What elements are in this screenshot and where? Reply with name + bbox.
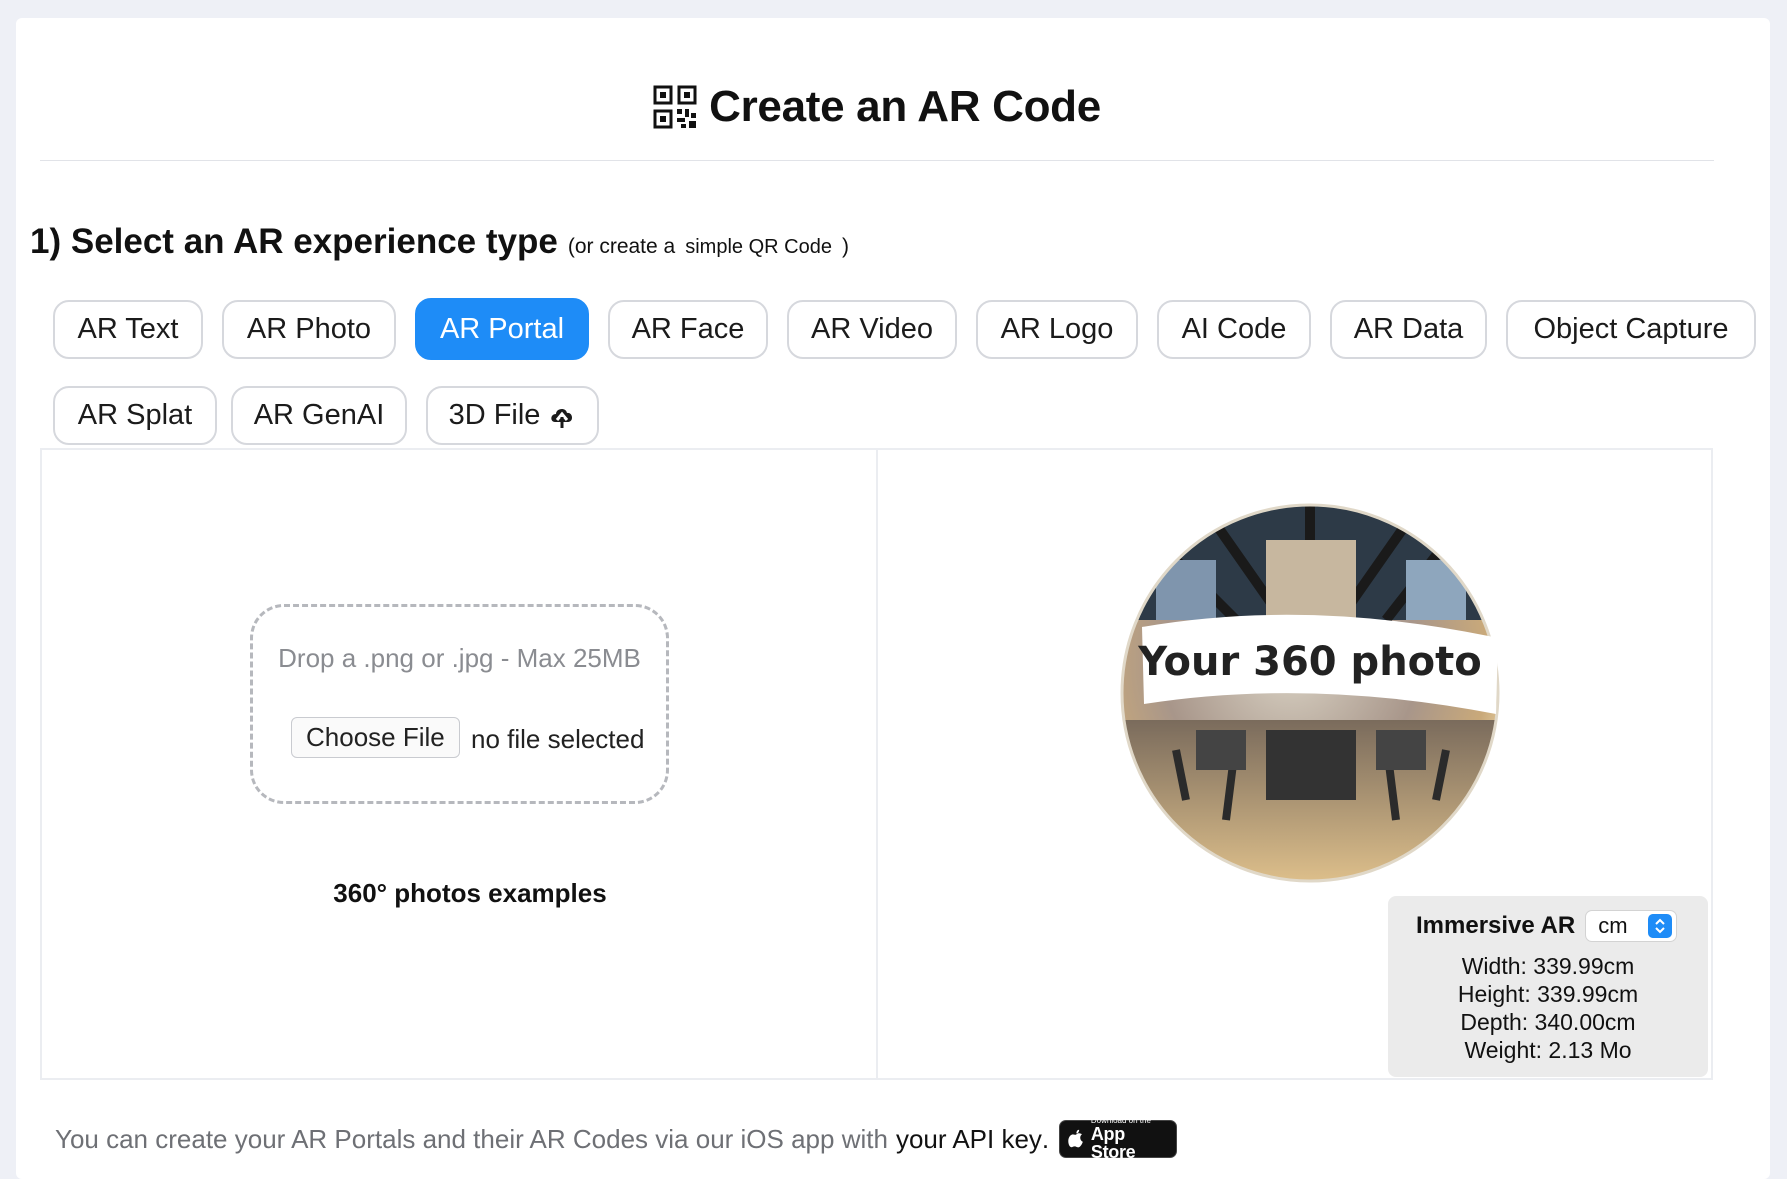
api-key-link[interactable]: your API key [896,1124,1042,1155]
page-title: Create an AR Code [709,82,1101,131]
qr-code-icon [653,85,697,129]
type-ar-video-button[interactable]: AR Video [787,300,957,359]
type-ar-face-button[interactable]: AR Face [608,300,768,359]
file-status-text: no file selected [471,724,645,754]
examples-link[interactable]: 360° photos examples [260,878,680,909]
dropzone-hint: Drop a .png or .jpg - Max 25MB [278,643,641,673]
type-object-capture-button[interactable]: Object Capture [1506,300,1756,359]
footer-text: You can create your AR Portals and their… [55,1123,888,1154]
dimension-lines: Width: 339.99cm Height: 339.99cm Depth: … [1388,952,1708,1064]
type-ar-portal-button[interactable]: AR Portal [415,298,589,360]
app-store-badge[interactable]: Download on the App Store [1059,1117,1178,1162]
type-ai-code-button[interactable]: AI Code [1157,300,1311,359]
immersive-ar-label: Immersive AR [1416,912,1576,939]
weight-value: Weight: 2.13 Mo [1464,1037,1632,1063]
cloud-upload-icon [551,408,573,428]
panel-divider [876,448,878,1080]
height-value: Height: 339.99cm [1457,981,1639,1007]
type-ar-splat-button[interactable]: AR Splat [53,386,217,445]
footer-period: . [1041,1123,1050,1154]
sphere-banner-text: Your 360 photo [1137,639,1482,685]
unit-select[interactable]: cm [1585,910,1678,942]
type-ar-photo-button[interactable]: AR Photo [222,300,396,359]
step1-heading: 1) Select an AR experience type (or crea… [30,222,849,262]
header-divider [40,160,1714,161]
step1-title: 1) Select an AR experience type [30,222,558,261]
dimension-info-box: Immersive AR cm Width: 339.99cm Height: … [1388,896,1708,1077]
type-3d-file-button[interactable]: 3D File [426,386,599,445]
simple-qr-code-link[interactable]: simple QR Code [685,236,832,259]
type-ar-logo-button[interactable]: AR Logo [976,300,1138,359]
step1-sub-prefix: (or create a [567,235,676,258]
page-header: Create an AR Code [0,82,1754,132]
select-arrows-icon [1648,914,1673,938]
file-dropzone[interactable]: Drop a .png or .jpg - Max 25MB Choose Fi… [250,604,669,804]
width-value: Width: 339.99cm [1461,953,1635,979]
portal-preview-sphere: Your 360 photo [1116,500,1504,886]
type-ar-text-button[interactable]: AR Text [53,300,203,359]
type-3d-file-label: 3D File [448,399,541,431]
type-ar-genai-button[interactable]: AR GenAI [231,386,407,445]
app-store-text: Download on the App Store [1090,1117,1168,1162]
choose-file-button[interactable]: Choose File [291,717,460,758]
sphere-image: Your 360 photo [1120,503,1500,883]
apple-logo-icon [1068,1129,1084,1148]
footer: You can create your AR Portals and their… [55,1117,1178,1162]
unit-select-value: cm [1598,913,1628,938]
depth-value: Depth: 340.00cm [1460,1009,1636,1035]
info-header: Immersive AR cm [1416,910,1678,942]
badge-big-text: App Store [1090,1124,1136,1162]
step1-sub-suffix: ) [841,235,849,258]
type-ar-data-button[interactable]: AR Data [1330,300,1487,359]
